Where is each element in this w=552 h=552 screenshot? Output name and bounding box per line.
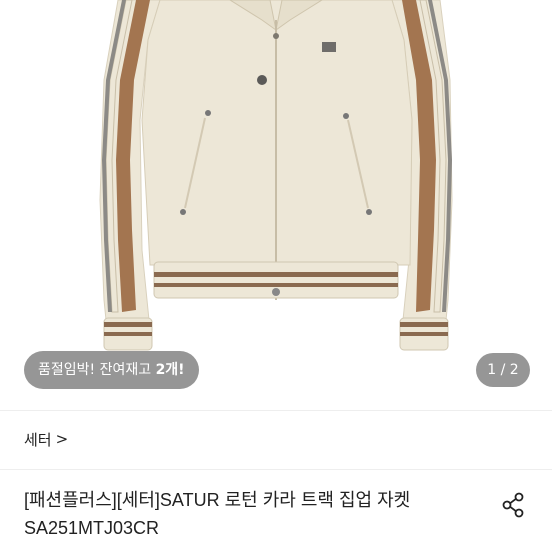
image-page-counter: 1 / 2 [476, 353, 530, 387]
stock-warning-text: 품절임박! 잔여재고 [38, 362, 156, 378]
stock-count: 2개! [155, 362, 185, 378]
chevron-right-icon: > [55, 430, 69, 448]
share-icon [502, 492, 524, 518]
product-image-gallery[interactable]: 품절임박! 잔여재고 2개! 1 / 2 [0, 0, 552, 410]
product-detail-page: 품절임박! 잔여재고 2개! 1 / 2 세터 > [패션플러스][세터]SAT… [0, 0, 552, 552]
divider [0, 410, 552, 411]
stock-warning-badge: 품절임박! 잔여재고 2개! [24, 351, 199, 389]
category-label: 세터 [24, 430, 52, 449]
product-title: [패션플러스][세터]SATUR 로턴 카라 트랙 집업 자켓 SA251MTJ… [24, 490, 411, 538]
divider [0, 469, 552, 470]
product-image [99, 0, 453, 351]
share-button[interactable] [497, 489, 529, 521]
category-breadcrumb[interactable]: 세터 > [24, 426, 68, 452]
